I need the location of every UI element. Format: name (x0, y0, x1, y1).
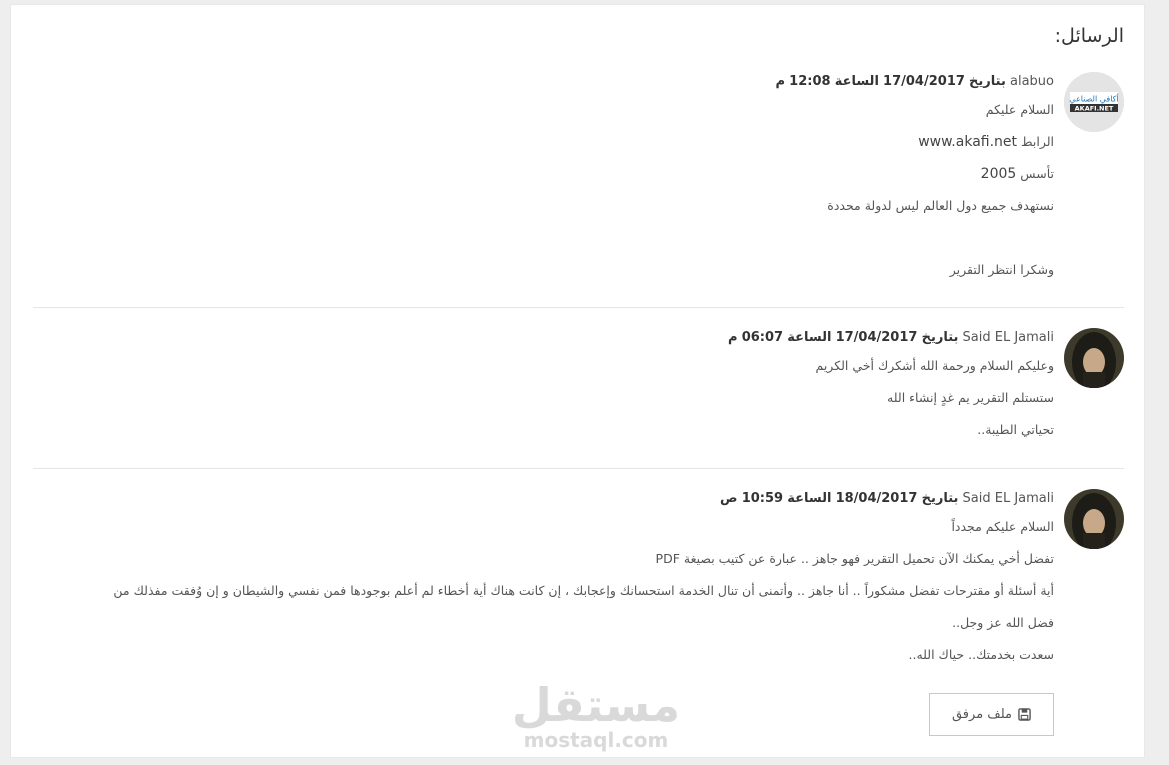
time: 06:07 (741, 330, 784, 345)
message-line: السلام عليكم (985, 102, 1054, 117)
messages-panel: الرسائل: أكافي الصناعي AKAFI.NET alabuo … (10, 4, 1145, 758)
user-avatar-icon (1064, 328, 1124, 388)
message-line: نستهدف جميع دول العالم ليس لدولة محددة (827, 198, 1054, 213)
message-line: وعليكم السلام ورحمة الله أشكرك أخي الكري… (815, 358, 1055, 373)
message-body: alabuo بتاريخ 17/04/2017 الساعة 12:08 م … (33, 72, 1054, 286)
divider (33, 468, 1124, 469)
username[interactable]: Said EL Jamali (963, 491, 1054, 506)
floppy-disk-icon (1018, 708, 1031, 721)
message-line: السلام عليكم مجدداً (951, 519, 1054, 534)
message-body: Said EL Jamali بتاريخ 18/04/2017 الساعة … (33, 489, 1054, 671)
date: 17/04/2017 (883, 74, 965, 89)
message-line: سعدت بخدمتك.. حياك الله.. (908, 647, 1055, 662)
founded-label: تأسس (1020, 166, 1054, 181)
message-meta: Said EL Jamali بتاريخ 18/04/2017 الساعة … (33, 489, 1054, 511)
watermark-logo: مستقل mostaql.com (511, 680, 681, 750)
date-label: بتاريخ (969, 74, 1006, 89)
date: 17/04/2017 (835, 330, 918, 345)
avatar-text-bottom: AKAFI.NET (1075, 105, 1114, 113)
message-line: أية أسئلة أو مقترحات تفضل مشكوراً .. أنا… (113, 583, 1054, 598)
akafi-logo-icon: أكافي الصناعي AKAFI.NET (1064, 72, 1124, 132)
message-line: تأسس 2005 (33, 158, 1054, 190)
attachment-button[interactable]: ملف مرفق (929, 693, 1054, 736)
attachment-label: ملف مرفق (951, 707, 1013, 722)
message-meta: Said EL Jamali بتاريخ 17/04/2017 الساعة … (33, 328, 1054, 350)
user-avatar-icon (1064, 489, 1124, 549)
section-title: الرسائل: (1054, 25, 1124, 47)
message-body: Said EL Jamali بتاريخ 17/04/2017 الساعة … (33, 328, 1054, 446)
ampm: م (728, 330, 738, 345)
message-line: ستستلم التقرير يم غدٍ إنشاء الله (887, 390, 1054, 405)
avatar-text-top: أكافي الصناعي (1069, 94, 1118, 104)
date: 18/04/2017 (835, 491, 918, 506)
divider (33, 307, 1124, 308)
time: 12:08 (789, 74, 831, 89)
message-item: Said EL Jamali بتاريخ 17/04/2017 الساعة … (33, 328, 1124, 458)
avatar[interactable] (1064, 489, 1124, 549)
message-line: فضل الله عز وجل.. (952, 615, 1054, 630)
date-label: بتاريخ (921, 330, 959, 345)
message-line: وشكرا انتظر التقرير (949, 262, 1054, 277)
message-line: تحياتي الطيبة.. (977, 422, 1054, 437)
avatar[interactable] (1064, 328, 1124, 388)
time: 10:59 (741, 491, 784, 506)
time-label: الساعة (787, 491, 832, 506)
time-label: الساعة (787, 330, 832, 345)
message-line: تفضل أخي يمكنك الآن تحميل التقرير فهو جا… (655, 551, 1054, 566)
ampm: ص (720, 491, 738, 506)
watermark-latin: mostaql.com (523, 728, 669, 752)
ampm: م (775, 74, 786, 89)
username[interactable]: Said EL Jamali (963, 330, 1054, 345)
username[interactable]: alabuo (1010, 74, 1054, 89)
link-label: الرابط (1021, 134, 1054, 149)
time-label: الساعة (834, 74, 879, 89)
watermark-arabic: مستقل (511, 678, 681, 732)
date-label: بتاريخ (921, 491, 959, 506)
website-url: www.akafi.net (918, 134, 1018, 150)
message-meta: alabuo بتاريخ 17/04/2017 الساعة 12:08 م (33, 72, 1054, 94)
avatar[interactable]: أكافي الصناعي AKAFI.NET (1064, 72, 1124, 132)
message-item: أكافي الصناعي AKAFI.NET alabuo بتاريخ 17… (33, 72, 1124, 292)
message-line: الرابط www.akafi.net (33, 126, 1054, 158)
founded-year: 2005 (980, 166, 1017, 182)
message-item: Said EL Jamali بتاريخ 18/04/2017 الساعة … (33, 489, 1124, 679)
